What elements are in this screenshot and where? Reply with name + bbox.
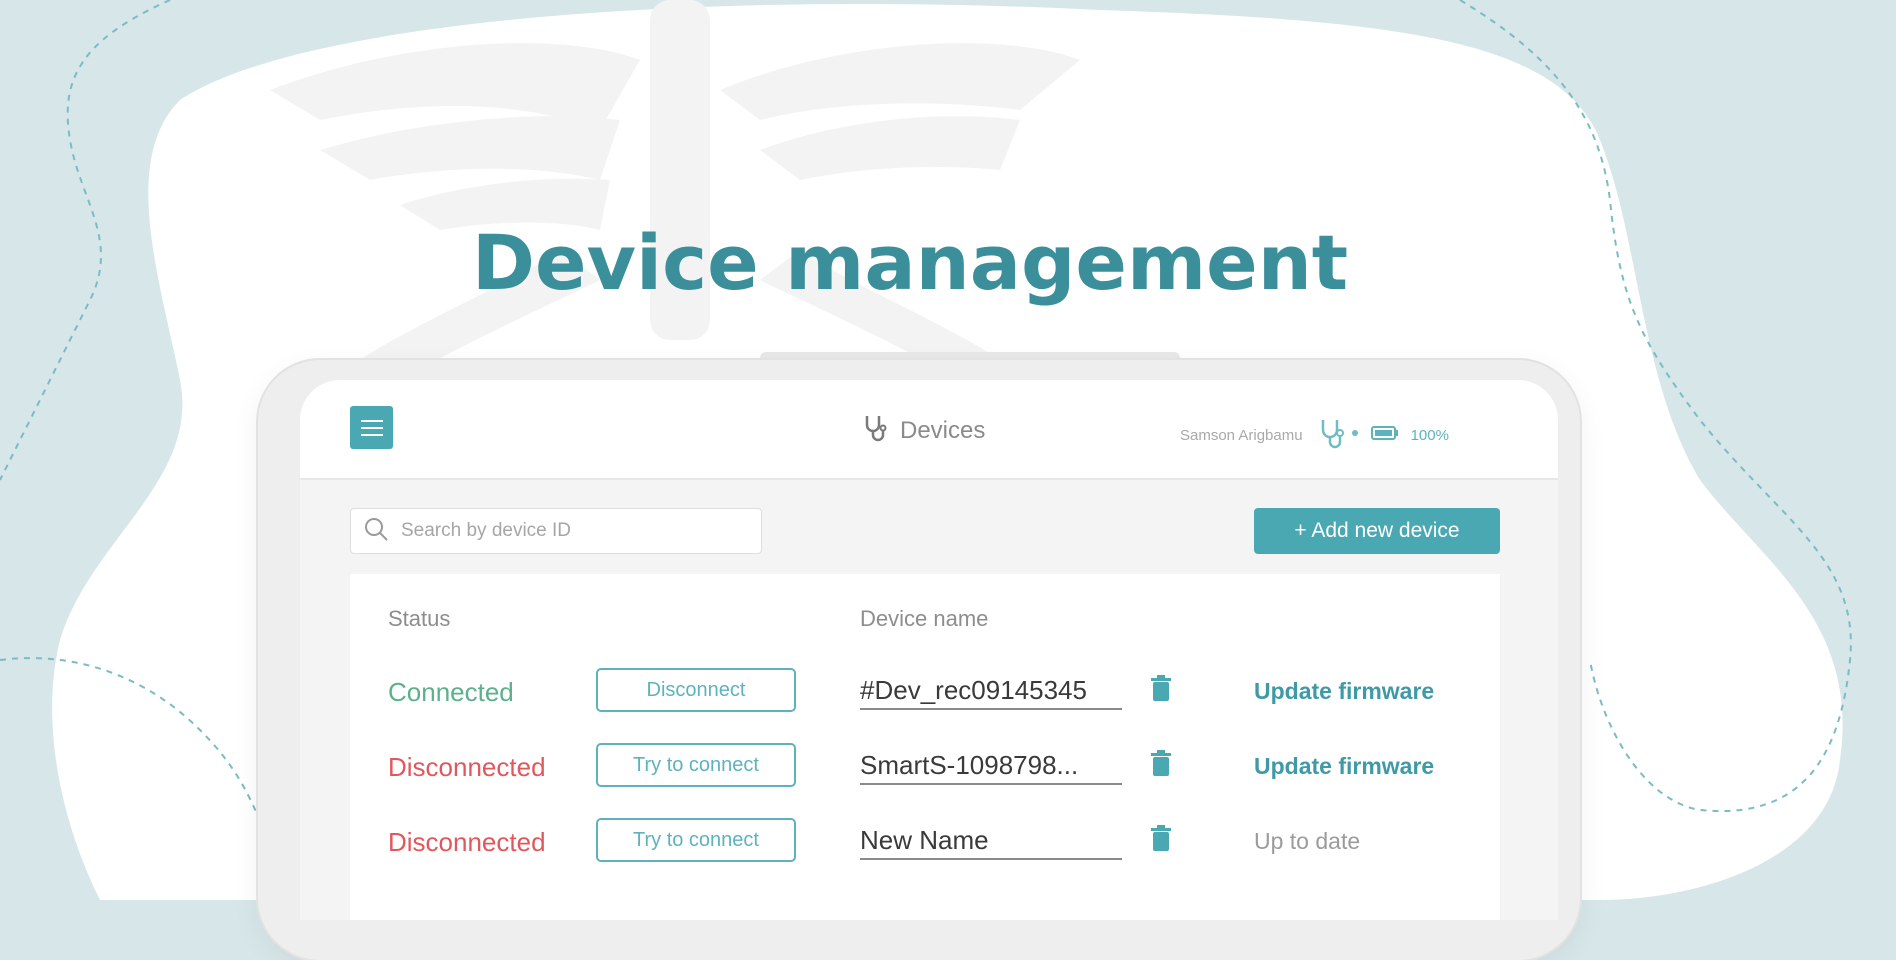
battery-level: 100%: [1410, 426, 1449, 444]
search-box[interactable]: [350, 508, 762, 554]
status-text: Connected: [388, 677, 514, 707]
device-name-field[interactable]: #Dev_rec09145345: [860, 672, 1122, 710]
try-to-connect-button[interactable]: Try to connect: [596, 743, 796, 787]
search-input[interactable]: [399, 519, 743, 543]
status-text: Disconnected: [388, 827, 546, 857]
tablet-screen: Devices Samson Arigbamu 100% + Add new d…: [300, 380, 1558, 920]
devices-table: Status Device name Connected Disconnect …: [350, 574, 1500, 920]
status-text: Disconnected: [388, 752, 546, 782]
disconnect-button[interactable]: Disconnect: [596, 668, 796, 712]
page-headline: Device management: [471, 218, 1349, 307]
header-status: Status: [388, 606, 451, 631]
device-name-field[interactable]: SmartS-1098798...: [860, 747, 1122, 785]
firmware-status-text: Up to date: [1254, 828, 1361, 854]
add-device-button[interactable]: + Add new device: [1254, 508, 1500, 554]
user-name[interactable]: Samson Arigbamu: [1180, 427, 1303, 444]
app-title-label: Devices: [900, 416, 986, 444]
table-row: Connected Disconnect #Dev_rec09145345 Up…: [350, 664, 1500, 724]
app-title: Devices: [860, 412, 985, 449]
hamburger-menu-icon[interactable]: [350, 406, 393, 449]
trash-icon[interactable]: [1150, 674, 1172, 707]
table-row: Disconnected Try to connect SmartS-10987…: [350, 739, 1500, 799]
try-to-connect-button[interactable]: Try to connect: [596, 818, 796, 862]
app-bar: Devices Samson Arigbamu 100%: [300, 380, 1558, 480]
trash-icon[interactable]: [1150, 824, 1172, 857]
update-firmware-link[interactable]: Update firmware: [1254, 753, 1434, 780]
header-device-name: Device name: [860, 606, 989, 631]
stethoscope-status-icon: [1315, 416, 1359, 454]
battery-icon: [1370, 425, 1399, 445]
device-name-field[interactable]: New Name: [860, 822, 1122, 860]
search-icon: [363, 516, 389, 547]
stethoscope-icon: [860, 412, 890, 449]
update-firmware-link[interactable]: Update firmware: [1254, 678, 1434, 705]
table-row: Disconnected Try to connect New Name Up …: [350, 814, 1500, 874]
user-area: Samson Arigbamu 100%: [1180, 416, 1449, 454]
trash-icon[interactable]: [1150, 749, 1172, 782]
